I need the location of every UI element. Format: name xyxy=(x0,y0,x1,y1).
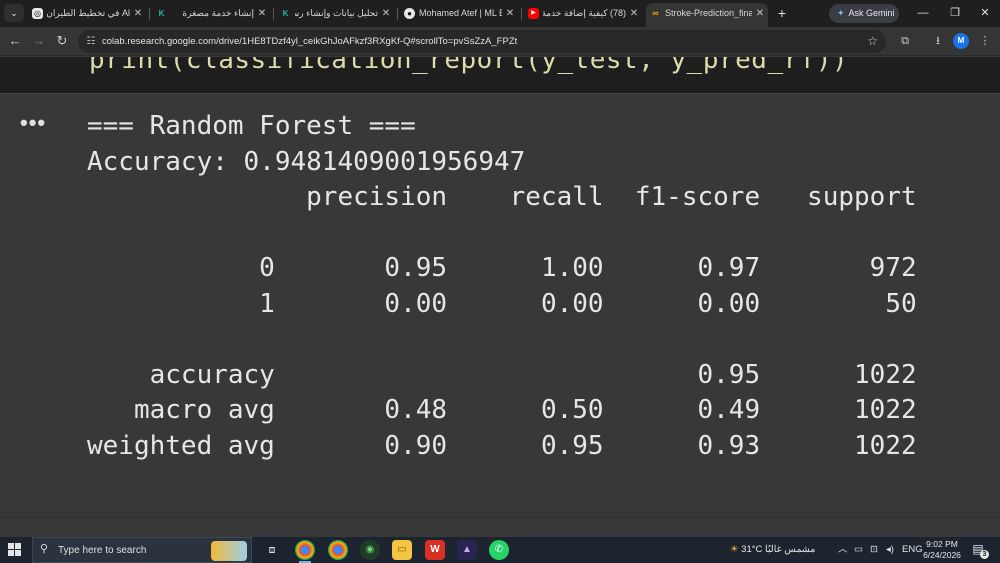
weather-desc: مشمس غالبًا xyxy=(765,544,816,555)
taskbar-search[interactable]: ⚲ Type here to search xyxy=(32,537,252,563)
cell-output: === Random Forest === Accuracy: 0.9481409… xyxy=(87,109,917,464)
kilo-icon: K xyxy=(158,9,165,18)
network-icon[interactable]: ⊡ xyxy=(870,537,878,563)
output-line: accuracy 0.95 1022 xyxy=(87,359,917,390)
close-icon[interactable]: ✕ xyxy=(754,3,766,24)
output-line: 1 0.00 0.00 0.00 50 xyxy=(87,288,917,319)
show-hidden-icons[interactable]: ︿ xyxy=(838,537,848,563)
extensions-icon[interactable]: ⧉ xyxy=(896,32,914,50)
search-highlight-image xyxy=(211,541,247,561)
volume-icon[interactable]: ◂) xyxy=(886,537,894,563)
new-tab-button[interactable]: + xyxy=(773,4,791,22)
output-actions-icon[interactable]: ••• xyxy=(20,112,46,134)
clock[interactable]: 9:02 PM 6/24/2026 xyxy=(912,539,972,561)
tab-title: Stroke-Prediction_fina xyxy=(665,8,752,18)
windows-start-icon[interactable] xyxy=(8,543,22,557)
output-line: precision recall f1-score support xyxy=(87,182,917,212)
minimize-icon[interactable]: — xyxy=(908,2,938,24)
tab-title: Mohamed Atef | ML E xyxy=(419,8,502,18)
close-icon[interactable]: ✕ xyxy=(504,3,516,24)
output-line: Accuracy: 0.9481409001956947 xyxy=(87,146,526,177)
cell-divider xyxy=(0,93,1000,94)
output-line: 0 0.95 1.00 0.97 972 xyxy=(87,253,917,283)
code-cell[interactable]: print(classification_report(y_test, y_pr… xyxy=(0,57,1000,93)
gemini-icon: ✦ xyxy=(837,8,845,18)
tab-2[interactable]: K تحليل بيانات وإنشاء رس ✕ xyxy=(276,3,394,24)
tab-1[interactable]: K إنشاء خدمة مصغرة ✕ xyxy=(152,3,270,24)
ask-gemini-label: Ask Gemini xyxy=(848,8,895,18)
tab-3[interactable]: ● Mohamed Atef | ML E ✕ xyxy=(400,3,518,24)
browser-toolbar: ← → ↻ ☷ colab.research.google.com/drive/… xyxy=(0,27,1000,56)
github-icon: ● xyxy=(404,8,415,19)
tab-divider xyxy=(149,8,150,20)
youtube-icon: ▶ xyxy=(528,8,539,19)
tab-title: تحليل بيانات وإنشاء رس xyxy=(295,8,378,18)
clock-date: 6/24/2026 xyxy=(923,550,961,560)
output-line: === Random Forest === xyxy=(87,111,416,141)
close-icon[interactable]: ✕ xyxy=(132,3,144,24)
tab-divider xyxy=(521,8,522,20)
window-close-icon[interactable]: ✕ xyxy=(970,2,1000,24)
close-icon[interactable]: ✕ xyxy=(256,3,268,24)
openai-icon: ◎ xyxy=(32,8,43,19)
wps-office-icon[interactable]: W xyxy=(425,540,445,560)
kilo-icon: K xyxy=(282,9,289,18)
notification-icon[interactable]: ▤ 3 xyxy=(970,542,989,559)
tab-title: إنشاء خدمة مصغرة xyxy=(182,8,254,18)
more-menu-icon[interactable]: ⋮ xyxy=(976,32,994,50)
code-line[interactable]: print(classification_report(y_test, y_pr… xyxy=(89,57,848,75)
weather-temp: 31°C xyxy=(741,544,763,555)
cell-footer xyxy=(0,517,1000,537)
colab-icon: ∞ xyxy=(652,8,659,18)
search-placeholder: Type here to search xyxy=(58,545,147,556)
close-icon[interactable]: ✕ xyxy=(380,3,392,24)
close-icon[interactable]: ✕ xyxy=(628,3,640,24)
tab-divider xyxy=(397,8,398,20)
output-line: weighted avg 0.90 0.95 0.93 1022 xyxy=(87,430,917,461)
reload-icon[interactable]: ↻ xyxy=(53,32,71,50)
notebook-area: print(classification_report(y_test, y_pr… xyxy=(0,57,1000,537)
app-icon[interactable]: ▲ xyxy=(457,540,477,560)
whatsapp-icon[interactable]: ✆ xyxy=(489,540,509,560)
weather-widget[interactable]: ☀ 31°C مشمس غالبًا xyxy=(730,537,815,563)
tab-4[interactable]: ▶ (78) كيفية إضافة خدمة ✕ xyxy=(524,3,642,24)
tab-title: (78) كيفية إضافة خدمة xyxy=(543,8,626,18)
tab-0[interactable]: ◎ Al في تخطيط الطيران ✕ xyxy=(28,3,146,24)
tab-divider xyxy=(273,8,274,20)
back-arrow-icon[interactable]: ← xyxy=(6,32,24,50)
profile-avatar[interactable]: M xyxy=(953,33,969,49)
tab-strip: ⌄ ◎ Al في تخطيط الطيران ✕ K إنشاء خدمة م… xyxy=(0,0,1000,27)
output-line: macro avg 0.48 0.50 0.49 1022 xyxy=(87,395,917,425)
restore-icon[interactable]: ❐ xyxy=(940,2,970,24)
tab-search-button[interactable]: ⌄ xyxy=(4,4,24,22)
taskbar: ⚲ Type here to search ⧈ ◉ ▭ W ▲ ✆ ☀ 31°C… xyxy=(0,537,1000,563)
chrome-app-icon[interactable]: ◉ xyxy=(360,540,380,560)
file-explorer-icon[interactable]: ▭ xyxy=(392,540,412,560)
tab-title: Al في تخطيط الطيران xyxy=(47,8,130,18)
url-text[interactable]: colab.research.google.com/drive/1HE8TDzf… xyxy=(102,30,517,53)
task-view-icon[interactable]: ⧈ xyxy=(262,540,282,560)
ask-gemini-button[interactable]: ✦ Ask Gemini xyxy=(829,4,899,23)
sun-icon: ☀ xyxy=(730,544,739,555)
bookmark-star-icon[interactable]: ☆ xyxy=(867,33,878,50)
clock-time: 9:02 PM xyxy=(926,539,958,549)
forward-arrow-icon[interactable]: → xyxy=(30,32,48,50)
battery-icon[interactable]: ▭ xyxy=(854,537,863,563)
download-icon[interactable]: ⭳ xyxy=(929,32,947,50)
chrome-icon[interactable] xyxy=(295,540,315,563)
notification-count: 3 xyxy=(980,550,989,559)
site-info-icon[interactable]: ☷ xyxy=(84,35,98,48)
address-bar[interactable]: ☷ colab.research.google.com/drive/1HE8TD… xyxy=(78,30,886,53)
chrome-profile-icon[interactable] xyxy=(328,540,348,560)
search-icon: ⚲ xyxy=(40,543,49,555)
tab-5-active[interactable]: ∞ Stroke-Prediction_fina ✕ xyxy=(646,3,768,27)
